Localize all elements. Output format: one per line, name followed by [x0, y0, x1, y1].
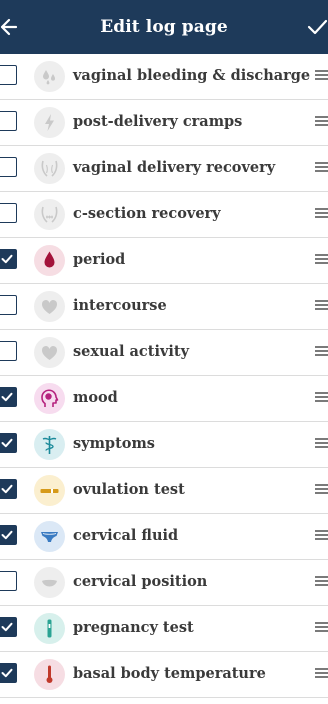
checkbox-mood[interactable] — [0, 387, 17, 407]
log-item-sexual-activity: sexual activity — [0, 330, 328, 376]
drag-handle-icon[interactable] — [315, 70, 328, 82]
log-item-label: sexual activity — [73, 343, 190, 360]
heart-icon — [34, 337, 65, 368]
checkbox-vaginal-delivery-recovery[interactable] — [0, 157, 17, 177]
check-icon — [1, 484, 13, 494]
log-item-mood: mood — [0, 376, 328, 422]
cervix-icon — [34, 567, 65, 598]
log-item-label: c-section recovery — [73, 205, 221, 222]
log-item-label: post-delivery cramps — [73, 113, 243, 130]
log-item-basal-body-temperature: basal body temperature — [0, 652, 328, 698]
head-brain-icon — [34, 383, 65, 414]
drag-handle-icon[interactable] — [315, 254, 328, 266]
log-item-symptoms: symptoms — [0, 422, 328, 468]
drag-handle-icon[interactable] — [315, 622, 328, 634]
drag-handle-icon[interactable] — [315, 438, 328, 450]
drag-handle-icon[interactable] — [315, 484, 328, 496]
page-title: Edit log page — [100, 17, 228, 37]
log-item-label: cervical position — [73, 573, 208, 590]
log-item-label: mood — [73, 389, 118, 406]
pelvis-incision-icon — [34, 199, 65, 230]
drag-handle-icon[interactable] — [315, 530, 328, 542]
check-icon — [1, 392, 13, 402]
lightning-icon — [34, 107, 65, 138]
blood-drop-icon — [34, 245, 65, 276]
log-item-period: period — [0, 238, 328, 284]
check-icon — [1, 668, 13, 678]
drag-handle-icon[interactable] — [315, 208, 328, 220]
drag-handle-icon[interactable] — [315, 346, 328, 358]
log-item-ovulation-test: ovulation test — [0, 468, 328, 514]
checkbox-cervical-fluid[interactable] — [0, 525, 17, 545]
caduceus-icon — [34, 429, 65, 460]
droplets-icon — [34, 61, 65, 92]
drag-handle-icon[interactable] — [315, 300, 328, 312]
test-strip-icon — [34, 475, 65, 506]
checkbox-ovulation-test[interactable] — [0, 479, 17, 499]
log-item-label: cervical fluid — [73, 527, 179, 544]
checkbox-intercourse[interactable] — [0, 295, 17, 315]
checkbox-period[interactable] — [0, 249, 17, 269]
checkbox-basal-body-temperature[interactable] — [0, 663, 17, 683]
log-item-label: symptoms — [73, 435, 155, 452]
log-item-label: basal body temperature — [73, 665, 266, 682]
log-item-label: ovulation test — [73, 481, 185, 498]
log-item-label: vaginal bleeding & discharge — [73, 67, 311, 84]
checkbox-symptoms[interactable] — [0, 433, 17, 453]
drag-handle-icon[interactable] — [315, 668, 328, 680]
underwear-icon — [34, 521, 65, 552]
checkbox-post-delivery-cramps[interactable] — [0, 111, 17, 131]
checkmark-icon — [307, 19, 328, 35]
checkbox-pregnancy-test[interactable] — [0, 617, 17, 637]
log-item-cervical-position: cervical position — [0, 560, 328, 606]
drag-handle-icon[interactable] — [315, 392, 328, 404]
check-icon — [1, 530, 13, 540]
log-item-list: vaginal bleeding & discharge post-deliver… — [0, 54, 328, 698]
thermometer-icon — [34, 659, 65, 690]
heart-icon — [34, 291, 65, 322]
checkbox-c-section-recovery[interactable] — [0, 203, 17, 223]
log-item-intercourse: intercourse — [0, 284, 328, 330]
drag-handle-icon[interactable] — [315, 162, 328, 174]
log-item-label: intercourse — [73, 297, 167, 314]
check-icon — [1, 254, 13, 264]
log-item-cervical-fluid: cervical fluid — [0, 514, 328, 560]
log-item-label: period — [73, 251, 126, 268]
log-item-post-delivery-cramps: post-delivery cramps — [0, 100, 328, 146]
pregnancy-test-icon — [34, 613, 65, 644]
checkbox-cervical-position[interactable] — [0, 571, 17, 591]
check-icon — [1, 622, 13, 632]
log-item-pregnancy-test: pregnancy test — [0, 606, 328, 652]
log-item-label: vaginal delivery recovery — [73, 159, 276, 176]
drag-handle-icon[interactable] — [315, 576, 328, 588]
checkbox-sexual-activity[interactable] — [0, 341, 17, 361]
confirm-button[interactable] — [306, 14, 328, 40]
checkbox-vaginal-bleeding-and-discharge[interactable] — [0, 65, 17, 85]
drag-handle-icon[interactable] — [315, 116, 328, 128]
log-item-vaginal-delivery-recovery: vaginal delivery recovery — [0, 146, 328, 192]
log-item-c-section-recovery: c-section recovery — [0, 192, 328, 238]
log-item-label: pregnancy test — [73, 619, 194, 636]
check-icon — [1, 438, 13, 448]
log-item-vaginal-bleeding-and-discharge: vaginal bleeding & discharge — [0, 54, 328, 100]
app-header: Edit log page — [0, 0, 328, 54]
pelvis-icon — [34, 153, 65, 184]
